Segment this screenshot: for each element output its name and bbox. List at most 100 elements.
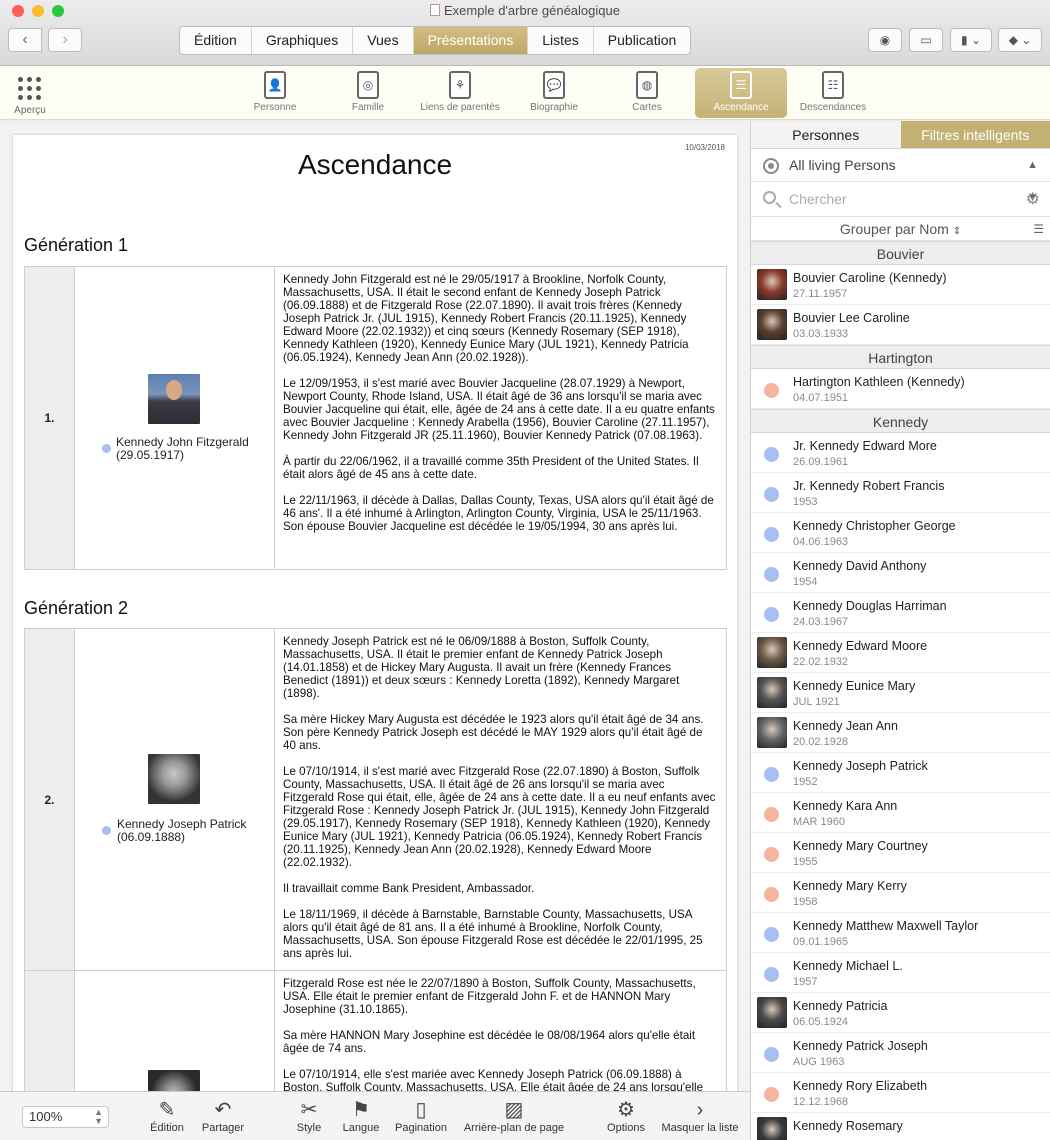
person-name: Kennedy Michael L. — [793, 959, 903, 973]
view-relationship-report[interactable]: ⚘ Liens de parentés — [414, 68, 506, 118]
style-button[interactable]: ✂ Style — [279, 1098, 339, 1134]
back-button[interactable]: ‹ — [8, 28, 42, 52]
person-name: Bouvier Lee Caroline — [793, 311, 910, 325]
grid-icon — [18, 77, 42, 101]
person-date: 27.11.1957 — [793, 288, 848, 300]
entry-number: 2. — [25, 629, 75, 970]
overview-button[interactable]: Aperçu — [6, 68, 54, 116]
tab-1[interactable]: Graphiques — [252, 27, 354, 54]
person-name: Bouvier Caroline (Kennedy) — [793, 271, 947, 285]
list-item[interactable]: Kennedy Mary Courtney 1955 — [751, 833, 1050, 873]
gender-dot-icon — [764, 807, 779, 822]
person-date: 04.06.1963 — [793, 536, 849, 548]
list-item[interactable]: Kennedy Kara Ann MAR 1960 — [751, 793, 1050, 833]
labels-button[interactable]: ◆ ⌄ — [998, 28, 1042, 52]
group-header: Hartington — [751, 345, 1050, 369]
sidebar-tab-1[interactable]: Filtres intelligents — [900, 121, 1050, 148]
sidebar-toggle-button[interactable]: ▭ — [909, 28, 943, 52]
list-item[interactable]: Kennedy Douglas Harriman 24.03.1967 — [751, 593, 1050, 633]
person-date: 1954 — [793, 576, 818, 588]
gender-dot-icon — [764, 967, 779, 982]
person-name: Kennedy Joseph Patrick — [793, 759, 928, 773]
list-item[interactable]: Kennedy Rory Elizabeth 12.12.1968 — [751, 1073, 1050, 1113]
list-item[interactable]: Kennedy Mary Kerry 1958 — [751, 873, 1050, 913]
édition-button[interactable]: ✎ Édition — [137, 1098, 197, 1134]
tab-2[interactable]: Vues — [353, 27, 414, 54]
sort-icon[interactable]: ☰ — [1033, 217, 1044, 241]
person-name: Jr. Kennedy Edward More — [793, 439, 937, 453]
list-item[interactable]: Hartington Kathleen (Kennedy) 04.07.1951 — [751, 369, 1050, 409]
group-by-label: Grouper par Nom — [839, 221, 949, 237]
gender-dot-icon — [764, 887, 779, 902]
masquer-la-liste-button[interactable]: › Masquer la liste — [645, 1098, 755, 1134]
tab-5[interactable]: Publication — [594, 27, 690, 54]
list-item[interactable]: Kennedy Michael L. 1957 — [751, 953, 1050, 993]
pagination-button[interactable]: ▯ Pagination — [391, 1098, 451, 1134]
share-icon: ↶ — [214, 1099, 232, 1121]
list-item[interactable]: Bouvier Lee Caroline 03.03.1933 — [751, 305, 1050, 345]
generation-2-heading: Génération 2 — [24, 598, 129, 618]
list-item[interactable]: Kennedy Jean Ann 20.02.1928 — [751, 713, 1050, 753]
avatar — [757, 717, 787, 748]
tab-4[interactable]: Listes — [528, 27, 594, 54]
person-name: Kennedy John Fitzgerald (29.05.1917) — [116, 436, 249, 462]
gear-icon[interactable]: ⚙ — [1026, 182, 1040, 217]
tab-3[interactable]: Présentations — [413, 27, 529, 54]
person-date: 1952 — [793, 776, 818, 788]
person-cell[interactable] — [75, 971, 275, 1091]
group-header: Kennedy — [751, 409, 1050, 433]
list-item[interactable]: Jr. Kennedy Edward More 26.09.1961 — [751, 433, 1050, 473]
list-item[interactable]: Kennedy Edward Moore 22.02.1932 — [751, 633, 1050, 673]
app-window: { "window": {"title": "Exemple d'arbre g… — [0, 0, 1050, 1140]
person-name: Kennedy Joseph Patrick (06.09.1888) — [117, 818, 246, 844]
descendants-report-icon: ☷ — [822, 71, 844, 99]
generation-1-heading: Génération 1 — [24, 235, 129, 255]
person-date: 1955 — [793, 856, 818, 868]
list-item[interactable]: Jr. Kennedy Robert Francis 1953 — [751, 473, 1050, 513]
group-by-select[interactable]: Grouper par Nom ⇕ ☰ — [751, 217, 1050, 241]
view-person-report[interactable]: 👤 Personne — [229, 68, 321, 118]
person-name: Kennedy Rory Elizabeth — [793, 1079, 928, 1093]
view-maps-report[interactable]: ◍ Cartes — [601, 68, 693, 118]
view-ancestors-report[interactable]: ☰ Ascendance — [695, 68, 787, 118]
person-cell[interactable]: Kennedy John Fitzgerald (29.05.1917) — [75, 267, 275, 569]
arrière-plan-de-page-button[interactable]: ▨ Arrière-plan de page — [459, 1098, 569, 1134]
bookmarks-button[interactable]: ▮ ⌄ — [950, 28, 992, 52]
person-name: Kennedy Kara Ann — [793, 799, 898, 813]
langue-button[interactable]: ⚑ Langue — [331, 1098, 391, 1134]
list-item[interactable]: Kennedy Rosemary — [751, 1113, 1050, 1140]
view-descendants-report[interactable]: ☷ Descendances — [787, 68, 879, 118]
person-date: (29.05.1917) — [116, 448, 185, 462]
button-label: Masquer la liste — [661, 1122, 739, 1134]
tab-0[interactable]: Édition — [180, 27, 252, 54]
male-indicator-icon — [102, 444, 111, 453]
background-image-icon: ▨ — [504, 1099, 524, 1121]
person-name: Kennedy Patricia — [793, 999, 888, 1013]
person-cell[interactable]: Kennedy Joseph Patrick (06.09.1888) — [75, 629, 275, 970]
view-biography-report[interactable]: 💬 Biographie — [508, 68, 600, 118]
list-item[interactable]: Kennedy David Anthony 1954 — [751, 553, 1050, 593]
list-item[interactable]: Kennedy Patrick Joseph AUG 1963 — [751, 1033, 1050, 1073]
list-item[interactable]: Kennedy Eunice Mary JUL 1921 — [751, 673, 1050, 713]
list-item[interactable]: Kennedy Joseph Patrick 1952 — [751, 753, 1050, 793]
list-item[interactable]: Kennedy Matthew Maxwell Taylor 09.01.1965 — [751, 913, 1050, 953]
entry-paragraph: À partir du 22/06/1962, il a travaillé c… — [283, 455, 699, 481]
partager-button[interactable]: ↶ Partager — [193, 1098, 253, 1134]
view-family-report[interactable]: ◎ Famille — [322, 68, 414, 118]
zoom-select[interactable]: 100% ▲ ▼ — [22, 1106, 109, 1128]
report-page: 10/03/2018 Ascendance Génération 1 1. Ke… — [13, 135, 737, 1091]
avatar — [757, 1117, 787, 1140]
list-item[interactable]: Kennedy Christopher George 04.06.1963 — [751, 513, 1050, 553]
person-name: Kennedy Patrick Joseph — [793, 1039, 928, 1053]
sync-button[interactable]: ◉ — [868, 28, 902, 52]
bottom-toolbar: 100% ▲ ▼ ✎ Édition ↶ Partager ✂ Style ⚑ Langue ▯ Pa… — [0, 1091, 750, 1140]
smart-filter-select[interactable]: All living Persons ▲ ▼ — [751, 149, 1050, 204]
list-item[interactable]: Bouvier Caroline (Kennedy) 27.11.1957 — [751, 265, 1050, 305]
entry-paragraph: Le 18/11/1969, il décède à Barnstable, B… — [283, 908, 703, 960]
sidebar-tab-0[interactable]: Personnes — [751, 121, 901, 148]
gender-dot-icon — [764, 1047, 779, 1062]
gender-dot-icon — [764, 847, 779, 862]
search-field[interactable]: Chercher ⚙ — [751, 182, 1050, 217]
forward-button[interactable]: › — [48, 28, 82, 52]
list-item[interactable]: Kennedy Patricia 06.05.1924 — [751, 993, 1050, 1033]
